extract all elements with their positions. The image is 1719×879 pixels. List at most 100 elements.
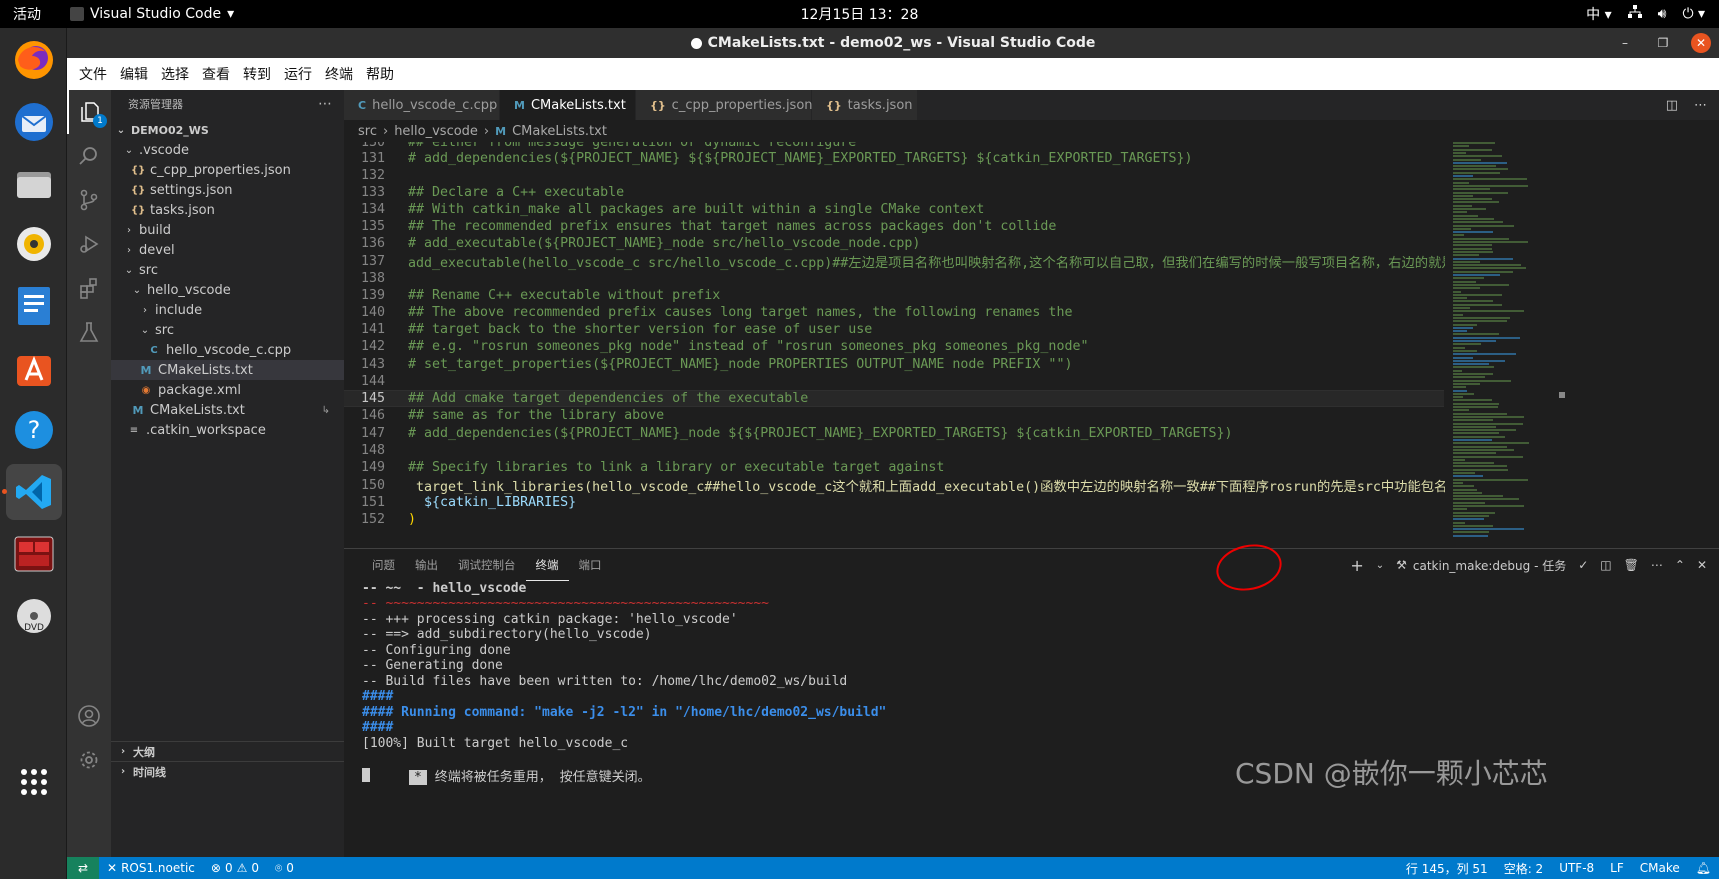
code-line[interactable]: 147 # add_dependencies(${PROJECT_NAME}_no… bbox=[344, 425, 1444, 442]
tab-tasks-json[interactable]: {} tasks.json bbox=[812, 90, 918, 120]
menu-view[interactable]: 查看 bbox=[196, 64, 237, 84]
network-icon[interactable] bbox=[1627, 5, 1642, 23]
menu-terminal[interactable]: 终端 bbox=[319, 64, 360, 84]
tree-file-tasks-json[interactable]: {} tasks.json bbox=[111, 200, 344, 220]
code-line[interactable]: 152) bbox=[344, 511, 1444, 528]
clock[interactable]: 12月15日 13：28 bbox=[801, 7, 919, 23]
extensions-icon[interactable] bbox=[67, 266, 111, 310]
timeline-section[interactable]: › 时间线 bbox=[111, 761, 344, 781]
search-icon[interactable] bbox=[67, 134, 111, 178]
task-label[interactable]: catkin_make:debug - 任务 bbox=[1413, 557, 1566, 574]
tree-file-cmakelists-selected[interactable]: M CMakeLists.txt bbox=[111, 360, 344, 380]
breadcrumb-hello-vscode[interactable]: hello_vscode bbox=[394, 124, 478, 139]
code-line-current[interactable]: 145 ## Add cmake target dependencies of t… bbox=[344, 390, 1444, 407]
dvd-icon[interactable]: DVD bbox=[6, 588, 62, 644]
files-icon[interactable] bbox=[6, 156, 62, 212]
code-line[interactable]: 150 target_link_libraries(hello_vscode_c… bbox=[344, 477, 1493, 495]
software-center-icon[interactable] bbox=[6, 340, 62, 396]
run-debug-icon[interactable] bbox=[67, 222, 111, 266]
code-line[interactable]: 131 # add_dependencies(${PROJECT_NAME} ${… bbox=[344, 150, 1444, 167]
testing-flask-icon[interactable] bbox=[67, 310, 111, 354]
breadcrumb-src[interactable]: src bbox=[358, 124, 377, 139]
tab-hello-vscode-c-cpp[interactable]: C hello_vscode_c.cpp bbox=[344, 90, 500, 120]
code-line[interactable]: 144 bbox=[344, 373, 1444, 390]
tree-file-cmakelists-root[interactable]: M CMakeLists.txt ↳ bbox=[111, 400, 344, 420]
language-mode[interactable]: CMake bbox=[1632, 861, 1688, 875]
power-icon[interactable]: ⏻ ▾ bbox=[1682, 6, 1705, 22]
split-terminal-icon[interactable]: ◫ bbox=[1600, 558, 1611, 572]
code-line[interactable]: 141 ## target back to the shorter version… bbox=[344, 321, 1444, 338]
code-line[interactable]: 133 ## Declare a C++ executable bbox=[344, 184, 1444, 201]
settings-gear-icon[interactable] bbox=[67, 738, 111, 782]
code-line[interactable]: 148 bbox=[344, 442, 1444, 459]
menu-help[interactable]: 帮助 bbox=[360, 64, 401, 84]
encoding[interactable]: UTF-8 bbox=[1551, 861, 1602, 875]
tree-file-hello-vscode-c-cpp[interactable]: C hello_vscode_c.cpp bbox=[111, 340, 344, 360]
menu-run[interactable]: 运行 bbox=[278, 64, 319, 84]
tree-folder-devel[interactable]: › devel bbox=[111, 240, 344, 260]
minimap[interactable] bbox=[1445, 142, 1555, 546]
terminal-dropdown-icon[interactable]: ⌄ bbox=[1376, 560, 1384, 571]
notifications-bell-icon[interactable]: 🔔︎ bbox=[1688, 861, 1719, 875]
panel-tab-problems[interactable]: 问题 bbox=[362, 549, 405, 581]
help-icon[interactable]: ? bbox=[6, 402, 62, 458]
tree-file-catkin-workspace[interactable]: ≡ .catkin_workspace bbox=[111, 420, 344, 440]
accounts-icon[interactable] bbox=[67, 694, 111, 738]
tab-c-cpp-properties[interactable]: {} c_cpp_properties.json bbox=[636, 90, 813, 120]
code-line[interactable]: 142 ## e.g. "rosrun someones_pkg node" in… bbox=[344, 338, 1444, 355]
source-control-icon[interactable] bbox=[67, 178, 111, 222]
outline-section[interactable]: › 大纲 bbox=[111, 741, 344, 761]
show-apps-icon[interactable] bbox=[6, 754, 62, 810]
tree-file-package-xml[interactable]: ◉ package.xml bbox=[111, 380, 344, 400]
code-line[interactable]: 134 ## With catkin_make all packages are … bbox=[344, 201, 1444, 218]
menu-go[interactable]: 转到 bbox=[237, 64, 278, 84]
more-actions-icon[interactable]: ⋯ bbox=[318, 96, 332, 112]
minimize-icon[interactable]: – bbox=[1615, 33, 1635, 53]
menu-edit[interactable]: 编辑 bbox=[114, 64, 155, 84]
code-line[interactable]: 151 ${catkin_LIBRARIES} bbox=[344, 494, 1444, 511]
code-line[interactable]: 138 bbox=[344, 270, 1444, 287]
tab-cmakelists-active[interactable]: M CMakeLists.txt bbox=[500, 90, 636, 120]
workspace-root[interactable]: ⌄ DEMO02_WS bbox=[111, 120, 344, 140]
code-line[interactable]: 137 add_executable(hello_vscode_c src/hel… bbox=[344, 253, 1487, 271]
tree-folder-include[interactable]: › include bbox=[111, 300, 344, 320]
terminal-app-icon[interactable] bbox=[6, 526, 62, 582]
firefox-icon[interactable] bbox=[6, 32, 62, 88]
tree-folder-vscode[interactable]: ⌄ .vscode bbox=[111, 140, 344, 160]
end-of-line[interactable]: LF bbox=[1602, 861, 1632, 875]
ros-status[interactable]: ✕ ROS1.noetic bbox=[99, 861, 203, 875]
rhythmbox-icon[interactable] bbox=[6, 216, 62, 272]
panel-tab-output[interactable]: 输出 bbox=[405, 549, 448, 581]
maximize-icon[interactable]: ❐ bbox=[1653, 33, 1673, 53]
activities-button[interactable]: 活动 bbox=[0, 4, 70, 24]
menu-selection[interactable]: 选择 bbox=[155, 64, 196, 84]
app-menu[interactable]: Visual Studio Code ▾ bbox=[70, 6, 234, 22]
tree-folder-src[interactable]: ⌄ src bbox=[111, 260, 344, 280]
tree-folder-src-inner[interactable]: ⌄ src bbox=[111, 320, 344, 340]
more-actions-icon[interactable]: ⋯ bbox=[1694, 98, 1707, 113]
new-terminal-plus-icon[interactable]: + bbox=[1350, 556, 1363, 575]
code-line[interactable]: 140 ## The above recommended prefix cause… bbox=[344, 304, 1444, 321]
code-line[interactable]: 149 ## Specify libraries to link a librar… bbox=[344, 459, 1444, 476]
problems-status[interactable]: ⊗ 0 ⚠ 0 bbox=[203, 861, 267, 875]
vscode-icon[interactable] bbox=[6, 464, 62, 520]
close-window-icon[interactable]: ✕ bbox=[1691, 33, 1711, 53]
window-titlebar[interactable]: CMakeLists.txt - demo02_ws - Visual Stud… bbox=[67, 28, 1719, 58]
tree-file-settings-json[interactable]: {} settings.json bbox=[111, 180, 344, 200]
maximize-panel-icon[interactable]: ⌃ bbox=[1675, 558, 1685, 572]
volume-icon[interactable]: 🔊︎ bbox=[1658, 6, 1667, 22]
tree-folder-build[interactable]: › build bbox=[111, 220, 344, 240]
editor-scrollbar[interactable] bbox=[1555, 142, 1569, 546]
tree-file-c-cpp-properties[interactable]: {} c_cpp_properties.json bbox=[111, 160, 344, 180]
panel-tab-terminal[interactable]: 终端 bbox=[525, 549, 569, 581]
code-line[interactable]: 135 ## The recommended prefix ensures tha… bbox=[344, 218, 1444, 235]
panel-tab-debug-console[interactable]: 调试控制台 bbox=[448, 549, 526, 581]
thunderbird-icon[interactable] bbox=[6, 94, 62, 150]
remote-indicator-icon[interactable]: ⇄ bbox=[67, 857, 99, 879]
indentation[interactable]: 空格: 2 bbox=[1496, 860, 1552, 877]
trash-icon[interactable]: 🗑︎ bbox=[1624, 558, 1639, 572]
tree-folder-hello-vscode[interactable]: ⌄ hello_vscode bbox=[111, 280, 344, 300]
split-editor-icon[interactable]: ◫ bbox=[1666, 98, 1678, 113]
writer-icon[interactable] bbox=[6, 278, 62, 334]
code-line[interactable]: 136 # add_executable(${PROJECT_NAME}_node… bbox=[344, 235, 1444, 252]
